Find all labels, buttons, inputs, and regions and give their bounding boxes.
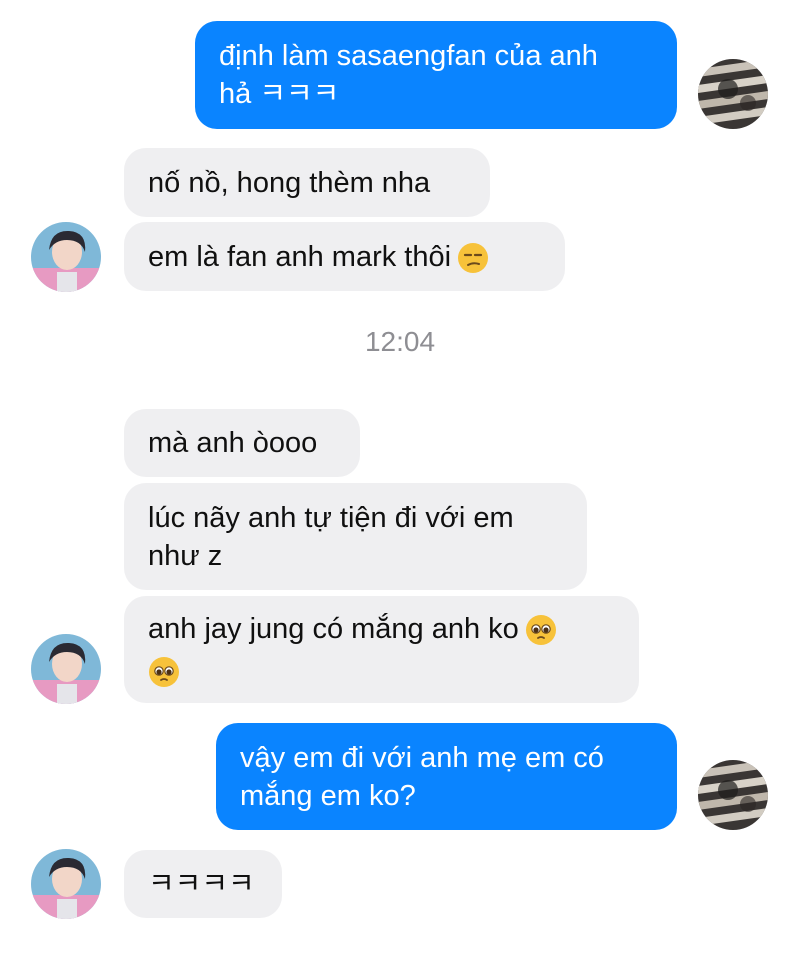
message-bubble-incoming[interactable]: anh jay jung có mắng anh ko [124,596,639,703]
my-avatar[interactable] [698,760,768,830]
pleading-face-emoji [525,614,557,646]
contact-photo-image [31,222,101,292]
message-bubble-outgoing[interactable]: định làm sasaengfan của anh hả ㅋㅋㅋ [195,21,677,129]
patterned-avatar-image [698,760,768,830]
contact-avatar[interactable] [31,849,101,919]
contact-avatar[interactable] [31,634,101,704]
message-bubble-incoming[interactable]: mà anh òooo [124,409,360,477]
my-avatar[interactable] [698,59,768,129]
timestamp: 12:04 [364,326,436,357]
message-text: như z [148,539,223,572]
pleading-face-emoji [148,656,180,688]
message-bubble-incoming[interactable]: ㅋㅋㅋㅋ [124,850,282,918]
message-text-line: em là fan anh mark thôi [148,238,541,276]
message-text: mắng em ko? [240,779,416,812]
contact-photo-image [31,634,101,704]
unamused-face-emoji [457,242,489,274]
contact-avatar[interactable] [31,222,101,292]
message-text: anh jay jung có mắng anh ko [148,612,519,645]
message-text: ㅋㅋㅋㅋ [148,868,255,900]
message-text: lúc nãy anh tự tiện đi với em [148,501,514,534]
message-text-line: anh jay jung có mắng anh ko [148,610,615,648]
message-bubble-incoming[interactable]: nố nồ, hong thèm nha [124,148,490,217]
message-text: vậy em đi với anh mẹ em có [240,741,604,774]
message-text: mà anh òooo [148,427,318,459]
message-bubble-outgoing[interactable]: vậy em đi với anh mẹ em có mắng em ko? [216,723,677,830]
message-bubble-incoming[interactable]: lúc nãy anh tự tiện đi với em như z [124,483,587,590]
message-emoji-line [148,652,615,690]
message-bubble-incoming[interactable]: em là fan anh mark thôi [124,222,565,291]
message-text: hả ㅋㅋㅋ [219,78,340,110]
message-text: em là fan anh mark thôi [148,240,452,273]
message-text: định làm sasaengfan của anh [219,40,598,72]
message-text: nố nồ, hong thèm nha [148,166,431,199]
contact-photo-image [31,849,101,919]
patterned-avatar-image [698,59,768,129]
